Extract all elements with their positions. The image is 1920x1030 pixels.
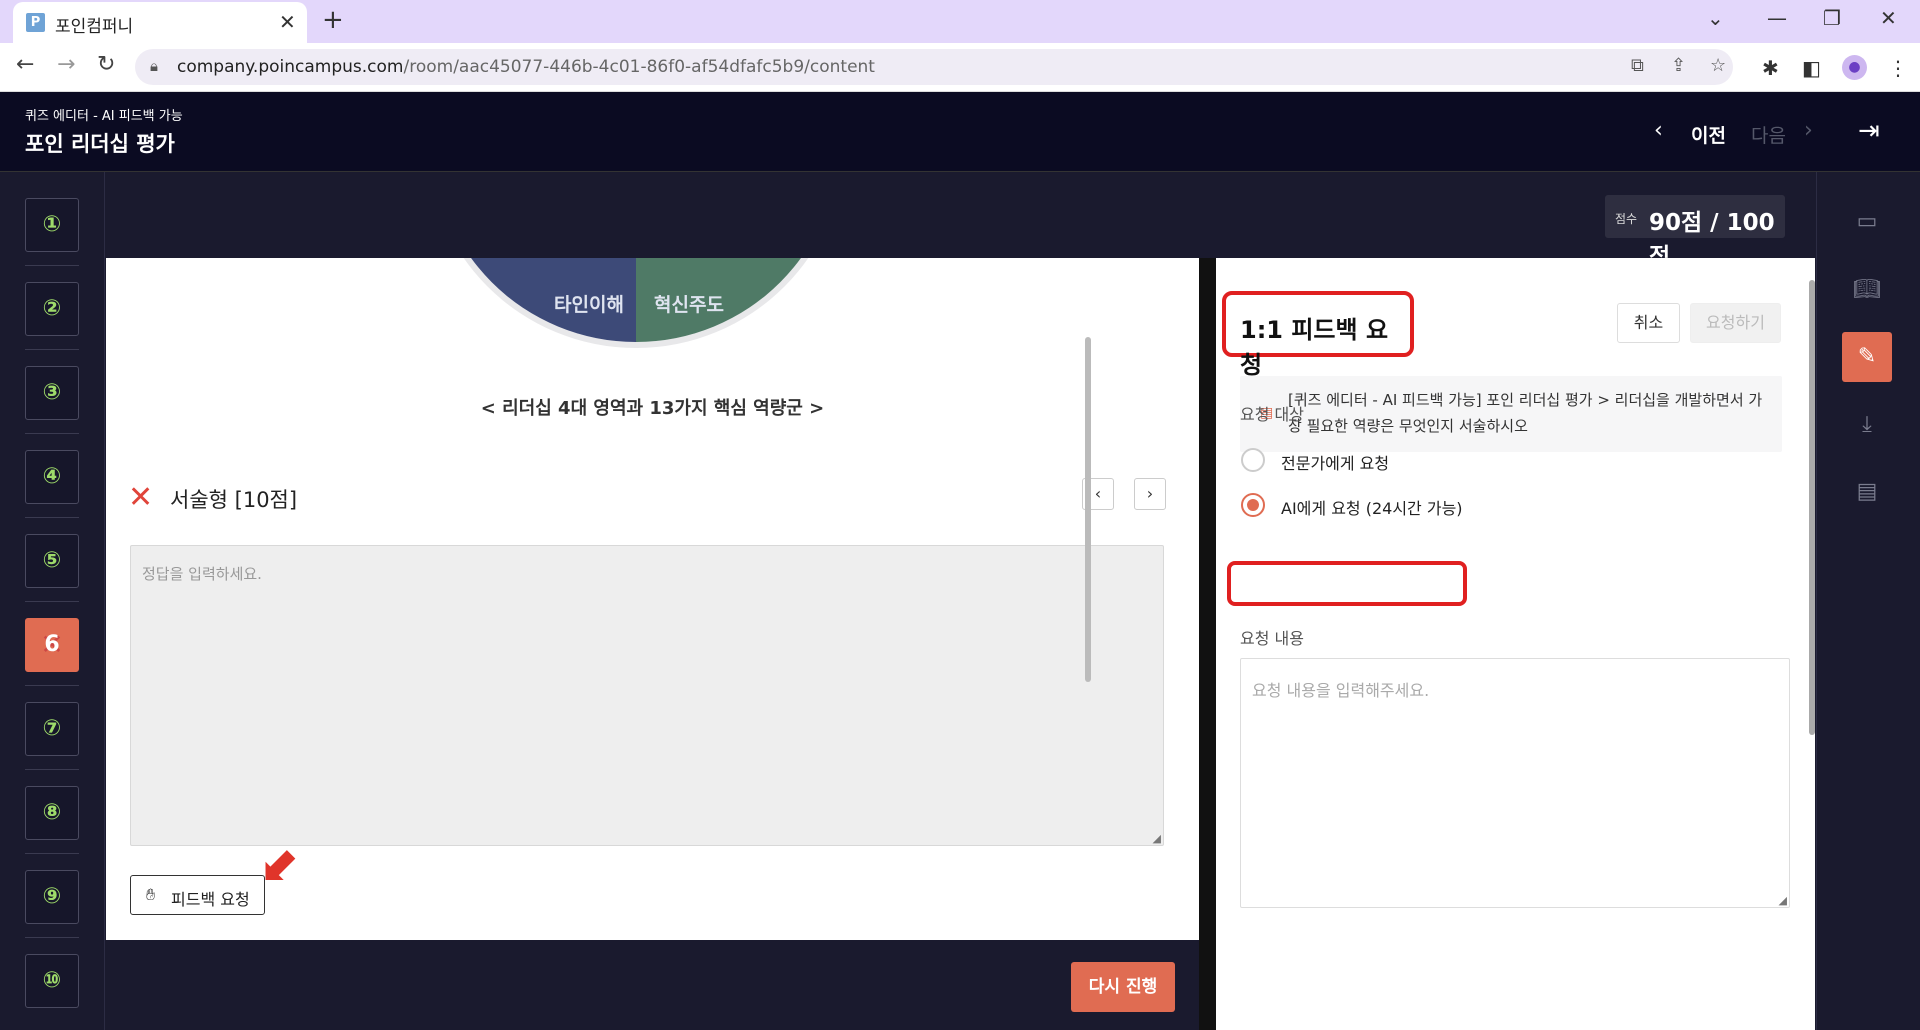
- answer-textarea[interactable]: 정답을 입력하세요. ◢: [130, 545, 1164, 846]
- content-top-bar: [106, 172, 1816, 258]
- favicon-icon: P: [26, 13, 45, 32]
- divider: [25, 265, 79, 266]
- menu-kebab-icon[interactable]: ⋮: [1888, 56, 1908, 80]
- cancel-button[interactable]: 취소: [1617, 303, 1680, 343]
- answer-placeholder: 정답을 입력하세요.: [142, 565, 262, 583]
- tab-title: 포인컴퍼니: [55, 17, 134, 37]
- request-content-textarea[interactable]: 요청 내용을 입력해주세요. ◢: [1240, 658, 1790, 908]
- side-panel-icon[interactable]: ◧: [1802, 56, 1821, 80]
- lock-icon: 🔒︎: [150, 57, 158, 75]
- question-panel: 타인이해 혁신주도 < 리더십 4대 영역과 13가지 핵심 역량군 > ✕ 서…: [106, 258, 1199, 940]
- question-7-button[interactable]: ⑦: [25, 702, 79, 756]
- download-icon[interactable]: ⤓: [1842, 400, 1892, 450]
- resize-grip-icon[interactable]: ◢: [1153, 832, 1161, 845]
- radio-expert[interactable]: [1241, 448, 1265, 472]
- tab-search-icon[interactable]: ⌄: [1707, 6, 1724, 30]
- feedback-request-button[interactable]: ✋︎ 피드백 요청: [130, 875, 265, 915]
- next-page-button[interactable]: ›: [1134, 478, 1166, 510]
- content-bottom-bar: [106, 940, 1199, 1030]
- extensions-icon[interactable]: ✱: [1762, 56, 1779, 80]
- question-5-button[interactable]: ⑤: [25, 534, 79, 588]
- request-content-placeholder: 요청 내용을 입력해주세요.: [1252, 681, 1430, 700]
- book-icon[interactable]: 📖︎: [1842, 265, 1892, 315]
- exit-icon[interactable]: ⇥: [1858, 116, 1880, 146]
- next-button[interactable]: 다음: [1751, 121, 1786, 148]
- question-8-button[interactable]: ⑧: [25, 786, 79, 840]
- retry-button[interactable]: 다시 진행: [1071, 962, 1175, 1012]
- question-2-button[interactable]: ②: [25, 282, 79, 336]
- question-3-button[interactable]: ③: [25, 366, 79, 420]
- chevron-right-icon[interactable]: ›: [1804, 118, 1813, 143]
- question-9-button[interactable]: ⑨: [25, 870, 79, 924]
- divider: [25, 601, 79, 602]
- divider: [25, 937, 79, 938]
- course-subtitle: 퀴즈 에디터 - AI 피드백 가능: [25, 109, 183, 124]
- question-6-button[interactable]: ✕ 6: [25, 618, 79, 672]
- image-caption: < 리더십 4대 영역과 13가지 핵심 역량군 >: [480, 398, 825, 419]
- chevron-left-icon[interactable]: ‹: [1654, 118, 1663, 143]
- prev-button[interactable]: 이전: [1691, 121, 1726, 148]
- score-badge: 점수 90점 / 100점: [1605, 195, 1785, 270]
- browser-tab[interactable]: P 포인컴퍼니 ✕: [13, 2, 307, 43]
- feedback-panel: 1:1 피드백 요청 취소 요청하기 ▤ [퀴즈 에디터 - AI 피드백 가능…: [1216, 258, 1815, 1030]
- title-highlight: 1:1 피드백 요청: [1222, 291, 1414, 379]
- divider: [25, 517, 79, 518]
- open-in-app-icon[interactable]: ⧉: [1631, 55, 1644, 76]
- divider: [25, 769, 79, 770]
- question-10-button[interactable]: ⑩: [25, 954, 79, 1008]
- chart-label: 혁신주도: [654, 294, 724, 316]
- leadership-chart-image: 타인이해 혁신주도: [426, 258, 846, 348]
- ai-option-highlight: [1227, 561, 1467, 606]
- browser-tab-bar: P 포인컴퍼니 ✕ + ⌄ — ❐ ✕: [0, 0, 1920, 43]
- wrong-answer-icon: ✕: [128, 480, 154, 515]
- back-icon[interactable]: ←: [16, 52, 34, 77]
- option-ai-label: AI에게 요청 (24시간 가능): [1281, 499, 1463, 518]
- resize-grip-icon[interactable]: ◢: [1779, 894, 1787, 907]
- target-label: 요청 대상: [1240, 405, 1304, 424]
- bookmark-star-icon[interactable]: ☆: [1710, 55, 1726, 76]
- forward-icon[interactable]: →: [57, 52, 75, 77]
- radio-ai[interactable]: [1241, 493, 1265, 517]
- page-title: 포인 리더십 평가: [25, 132, 175, 156]
- question-type-label: 서술형 [10점]: [170, 488, 298, 512]
- question-4-button[interactable]: ④: [25, 450, 79, 504]
- new-tab-button[interactable]: +: [322, 5, 344, 35]
- question-scrollbar[interactable]: [1085, 337, 1091, 682]
- divider: [25, 433, 79, 434]
- feedback-request-label: 피드백 요청: [171, 890, 250, 909]
- window-close-icon[interactable]: ✕: [1880, 6, 1897, 30]
- hand-icon: ✋︎: [146, 885, 156, 904]
- tab-close-icon[interactable]: ✕: [279, 10, 296, 34]
- url-text: company.poincampus.com/room/aac45077-446…: [177, 57, 875, 77]
- feedback-scrollbar[interactable]: [1809, 280, 1815, 735]
- browser-toolbar: ← → ↻ 🔒︎ company.poincampus.com/room/aac…: [0, 43, 1920, 92]
- content-label: 요청 내용: [1240, 629, 1304, 648]
- minimize-icon[interactable]: —: [1767, 6, 1787, 30]
- divider: [25, 853, 79, 854]
- option-expert-label: 전문가에게 요청: [1281, 454, 1390, 473]
- reload-icon[interactable]: ↻: [97, 52, 115, 77]
- score-label: 점수: [1615, 212, 1638, 226]
- question-context: ▤ [퀴즈 에디터 - AI 피드백 가능] 포인 리더십 평가 > 리더십을 …: [1240, 376, 1782, 452]
- feedback-request-icon[interactable]: ✎: [1842, 332, 1892, 382]
- divider: [25, 349, 79, 350]
- chat-icon[interactable]: ▤: [1842, 467, 1892, 517]
- app-header: 퀴즈 에디터 - AI 피드백 가능 포인 리더십 평가 ‹ 이전 다음 › ⇥: [0, 92, 1920, 172]
- panel-divider: [1199, 258, 1216, 1030]
- monitor-icon[interactable]: ▭: [1842, 197, 1892, 247]
- chart-label: 타인이해: [554, 294, 624, 316]
- profile-avatar[interactable]: ●: [1842, 55, 1867, 80]
- restore-icon[interactable]: ❐: [1823, 6, 1841, 30]
- question-1-button[interactable]: ①: [25, 198, 79, 252]
- address-bar[interactable]: 🔒︎ company.poincampus.com/room/aac45077-…: [135, 49, 1733, 85]
- divider: [25, 685, 79, 686]
- question-context-text: [퀴즈 에디터 - AI 피드백 가능] 포인 리더십 평가 > 리더십을 개발…: [1288, 391, 1763, 435]
- feedback-panel-title: 1:1 피드백 요청: [1240, 316, 1389, 379]
- submit-request-button[interactable]: 요청하기: [1690, 303, 1781, 343]
- share-icon[interactable]: ⇪: [1671, 55, 1686, 76]
